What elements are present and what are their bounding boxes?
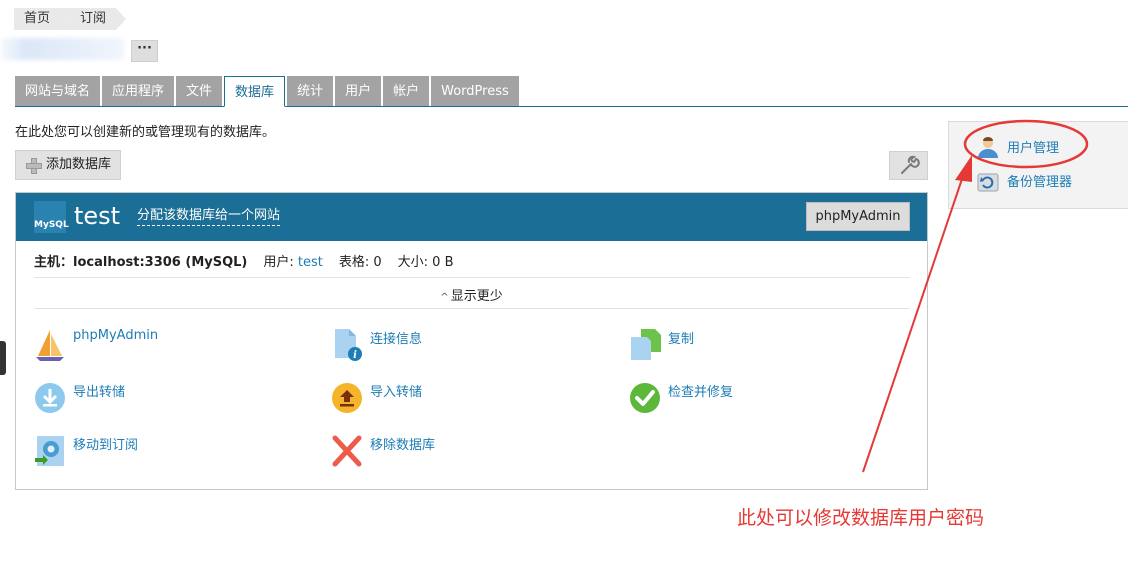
action-copy[interactable]: 复制: [629, 328, 829, 362]
user-value-link[interactable]: test: [298, 255, 323, 270]
breadcrumb-home[interactable]: 首页: [14, 8, 71, 30]
user-info: 用户: test: [263, 251, 323, 270]
svg-text:i: i: [353, 350, 357, 361]
backup-icon: [977, 173, 999, 192]
phpmyadmin-sailboat-icon: [36, 330, 64, 361]
breadcrumb: 首页 订阅: [14, 8, 127, 30]
more-options-button[interactable]: ···: [131, 40, 158, 62]
tab-files[interactable]: 文件: [176, 76, 223, 107]
backup-manager-link[interactable]: 备份管理器: [1007, 171, 1072, 190]
user-label: 用户:: [263, 255, 294, 270]
tab-databases[interactable]: 数据库: [224, 76, 286, 107]
host-value: localhost:3306 (MySQL): [73, 255, 248, 270]
action-check-repair[interactable]: 检查并修复: [629, 381, 829, 415]
host-info: 主机：localhost:3306 (MySQL): [34, 251, 247, 270]
action-import-dump[interactable]: 导入转储: [331, 381, 531, 415]
action-move-to-subscription[interactable]: 移动到订阅: [34, 434, 234, 468]
action-label: 导出转储: [73, 385, 126, 400]
move-to-subscription-icon: [35, 436, 64, 466]
tab-statistics[interactable]: 统计: [287, 76, 334, 107]
add-database-button[interactable]: 添加数据库: [15, 150, 121, 180]
database-info-row: 主机：localhost:3306 (MySQL) 用户: test 表格: 0…: [34, 251, 454, 270]
action-label: 导入转储: [370, 385, 423, 400]
side-drawer-handle[interactable]: [0, 341, 6, 375]
divider: [34, 277, 910, 278]
action-label: 移除数据库: [370, 438, 436, 453]
database-header: MySQL test 分配该数据库给一个网站 phpMyAdmin: [16, 193, 927, 241]
tab-wordpress[interactable]: WordPress: [431, 76, 519, 107]
import-dump-icon: [332, 383, 362, 413]
tables-info: 表格: 0: [338, 255, 382, 270]
action-label: phpMyAdmin: [73, 328, 159, 343]
tab-applications[interactable]: 应用程序: [102, 76, 175, 107]
show-less-toggle[interactable]: ^ 显示更少: [16, 285, 927, 304]
connection-info-icon: i: [335, 329, 362, 361]
mysql-logo-icon: MySQL: [34, 201, 69, 233]
chevron-up-icon: ^: [440, 292, 449, 303]
action-export-dump[interactable]: 导出转储: [34, 381, 234, 415]
remove-database-icon: [332, 435, 362, 467]
tab-websites-domains[interactable]: 网站与域名: [15, 76, 101, 107]
assign-website-link[interactable]: 分配该数据库给一个网站: [137, 207, 281, 226]
export-dump-icon: [35, 383, 65, 413]
settings-wrench-button[interactable]: [889, 151, 928, 180]
action-label: 检查并修复: [668, 385, 734, 400]
add-database-label: 添加数据库: [46, 157, 112, 172]
action-connection-info[interactable]: i 连接信息: [331, 328, 531, 362]
plus-icon: [26, 158, 42, 174]
tab-account[interactable]: 帐户: [383, 76, 430, 107]
size-info: 大小: 0 B: [397, 255, 454, 270]
breadcrumb-subscription[interactable]: 订阅: [60, 8, 127, 30]
action-phpmyadmin[interactable]: phpMyAdmin: [34, 328, 234, 362]
copy-icon: [631, 329, 661, 360]
check-repair-icon: [630, 383, 660, 413]
action-label: 复制: [668, 332, 695, 347]
database-panel: MySQL test 分配该数据库给一个网站 phpMyAdmin 主机：loc…: [15, 192, 928, 490]
user-management-link[interactable]: 用户管理: [1007, 137, 1059, 156]
action-remove-database[interactable]: 移除数据库: [331, 434, 531, 468]
tab-underline: [15, 106, 1128, 107]
tab-bar: 网站与域名 应用程序 文件 数据库 统计 用户 帐户 WordPress: [15, 76, 521, 107]
show-less-label: 显示更少: [450, 289, 503, 304]
tab-users[interactable]: 用户: [335, 76, 382, 107]
phpmyadmin-button[interactable]: phpMyAdmin: [806, 202, 910, 231]
host-label: 主机：: [34, 255, 74, 270]
annotation-text: 此处可以修改数据库用户密码: [737, 507, 985, 529]
wrench-icon: [901, 155, 920, 174]
action-label: 连接信息: [370, 332, 423, 347]
divider: [34, 308, 910, 309]
side-tools-panel: 用户管理 备份管理器: [948, 121, 1128, 209]
action-label: 移动到订阅: [73, 438, 139, 453]
database-name: test: [74, 202, 121, 230]
page-description: 在此处您可以创建新的或管理现有的数据库。: [15, 125, 276, 140]
user-icon: [978, 137, 998, 158]
blurred-domain-name: [0, 38, 124, 60]
